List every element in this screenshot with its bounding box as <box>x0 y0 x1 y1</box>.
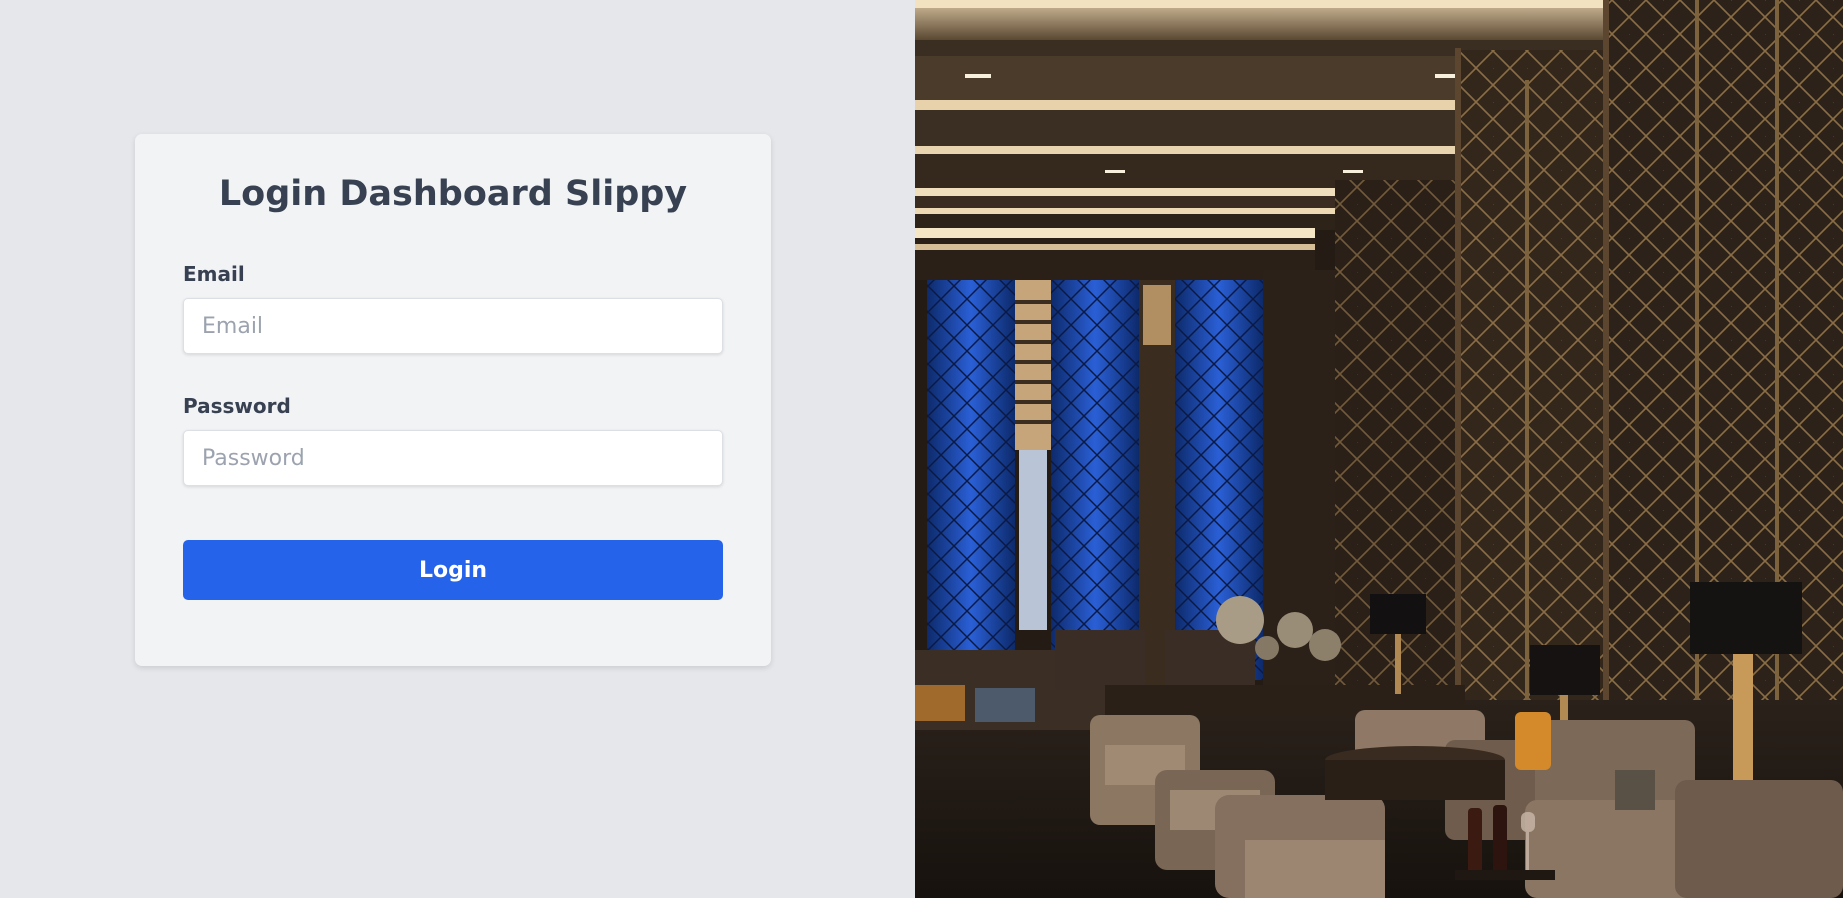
login-card: Login Dashboard Slippy Email Password Lo… <box>135 134 771 666</box>
login-button[interactable]: Login <box>183 540 723 600</box>
lounge-interior-photo <box>915 0 1843 898</box>
page-title: Login Dashboard Slippy <box>218 174 688 214</box>
email-label: Email <box>183 262 245 286</box>
password-label: Password <box>183 394 291 418</box>
password-field[interactable] <box>183 430 723 486</box>
email-field[interactable] <box>183 298 723 354</box>
login-pane: Login Dashboard Slippy Email Password Lo… <box>0 0 915 898</box>
